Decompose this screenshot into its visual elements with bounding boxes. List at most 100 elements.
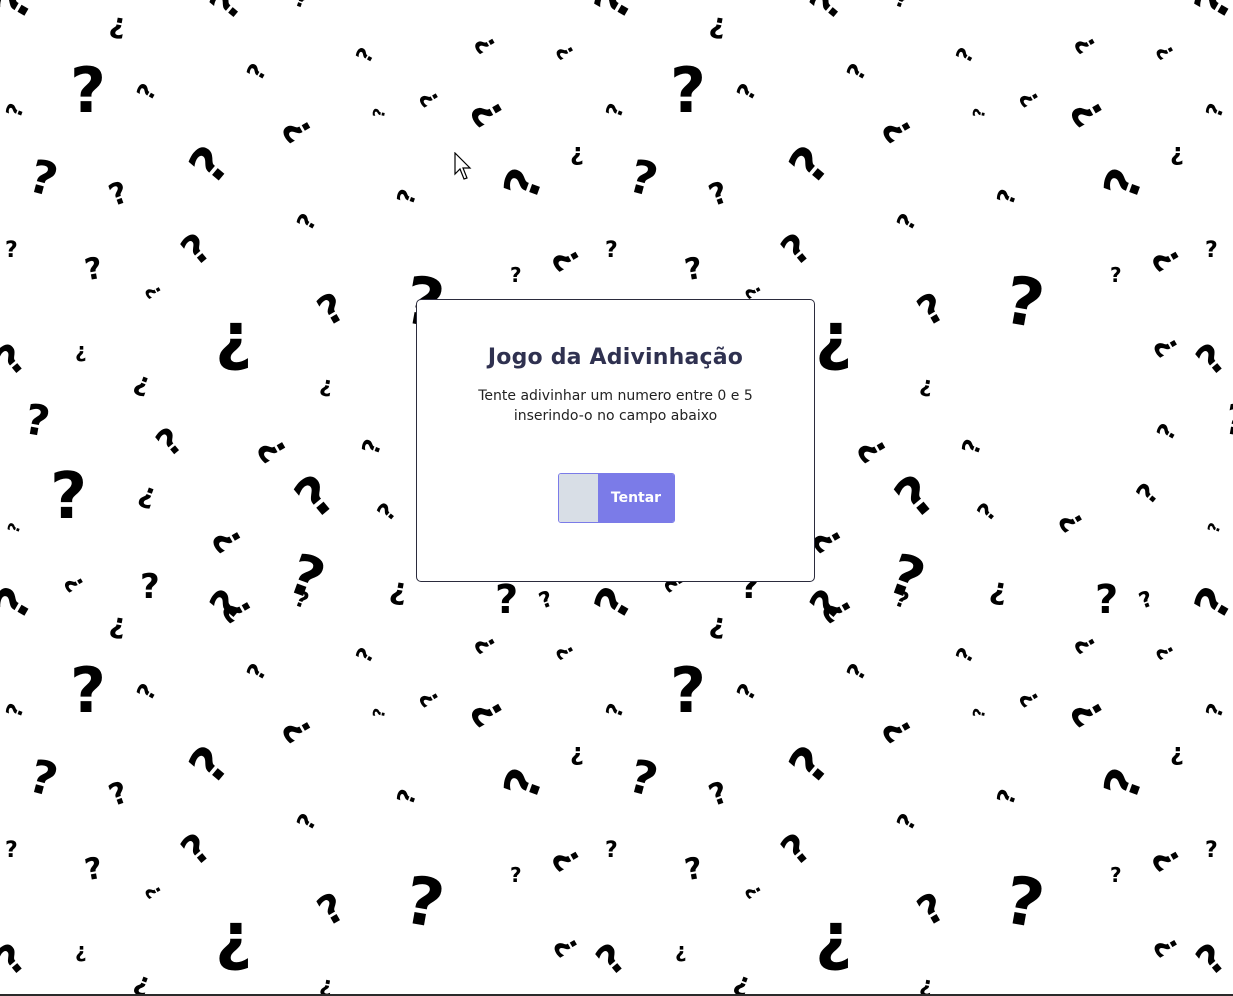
question-mark-icon: ? (968, 106, 990, 120)
question-mark-icon: ? (670, 54, 706, 127)
question-mark-icon: ¿ (707, 5, 730, 42)
question-mark-icon: ? (968, 706, 990, 720)
question-mark-icon: ? (704, 775, 733, 814)
question-mark-icon: ¿ (135, 475, 162, 512)
question-mark-icon: ? (841, 658, 873, 686)
question-mark-icon: ? (172, 224, 221, 276)
question-mark-icon: ? (241, 658, 273, 686)
question-mark-icon: ? (951, 643, 980, 668)
question-mark-icon: ? (23, 748, 64, 808)
question-mark-icon: ? (23, 148, 64, 208)
question-mark-icon: ¿ (1065, 688, 1118, 732)
question-mark-icon: ? (731, 678, 763, 706)
question-mark-icon: ? (283, 462, 348, 531)
question-mark-icon: ? (682, 850, 706, 889)
question-mark-icon: ? (731, 78, 763, 106)
question-mark-icon: ¿ (215, 900, 253, 974)
question-mark-icon: ? (535, 586, 557, 615)
question-mark-icon: ? (391, 785, 423, 809)
question-mark-icon: ? (910, 884, 954, 936)
question-mark-icon: ? (82, 250, 106, 289)
question-mark-icon: ¿ (207, 518, 254, 558)
question-mark-icon: ? (371, 497, 403, 527)
question-mark-icon: ¿ (416, 83, 448, 111)
question-mark-icon: ¿ (918, 372, 935, 399)
question-mark-icon: ¿ (75, 338, 87, 362)
question-mark-icon: ¿ (877, 108, 924, 148)
question-mark-icon: ? (1, 700, 30, 722)
question-mark-icon: ¿ (707, 605, 730, 642)
question-mark-icon: ? (492, 761, 555, 807)
question-mark-icon: ¿ (1065, 88, 1118, 132)
question-mark-icon: ¿ (552, 38, 581, 63)
question-mark-icon: ? (291, 208, 323, 236)
question-mark-icon: ? (1223, 148, 1233, 208)
question-mark-icon: ¿ (547, 838, 593, 876)
question-mark-icon: ? (177, 135, 242, 195)
game-card: Jogo da Adivinhação Tente adivinhar um n… (416, 299, 815, 582)
question-mark-icon: ¿ (1152, 638, 1181, 663)
question-mark-icon: ? (3, 520, 25, 536)
try-button[interactable]: Tentar (598, 474, 674, 522)
question-mark-icon: ¿ (877, 708, 924, 748)
question-mark-icon: ¿ (470, 628, 505, 658)
question-mark-icon: ? (172, 824, 221, 876)
question-mark-icon: ¿ (130, 966, 155, 994)
question-mark-icon: ? (587, 934, 636, 986)
question-mark-icon: ? (1110, 263, 1122, 287)
question-mark-icon: ? (310, 884, 354, 936)
question-mark-icon: ¿ (277, 108, 324, 148)
question-mark-icon: ¿ (465, 688, 518, 732)
question-mark-icon: ? (177, 735, 242, 795)
question-mark-icon: ? (1221, 394, 1233, 447)
question-mark-icon: ? (140, 567, 160, 607)
question-mark-icon: ? (998, 861, 1050, 944)
question-mark-icon: ¿ (852, 428, 899, 468)
question-mark-icon: ? (1203, 520, 1225, 536)
question-mark-icon: ¿ (570, 738, 584, 766)
question-mark-icon: ¿ (918, 972, 935, 994)
question-mark-icon: ? (291, 0, 312, 15)
question-mark-icon: ¿ (1016, 683, 1048, 711)
question-mark-icon: ? (772, 824, 821, 876)
question-mark-icon: ? (0, 577, 44, 629)
question-mark-icon: ¿ (730, 966, 755, 994)
question-mark-icon: ? (1205, 838, 1218, 863)
question-mark-icon: ? (82, 850, 106, 889)
question-mark-icon: ? (583, 0, 644, 29)
question-mark-icon: ? (131, 678, 163, 706)
question-mark-icon: ? (891, 808, 923, 836)
question-mark-icon: ? (1201, 700, 1230, 722)
game-title: Jogo da Adivinhação (487, 345, 744, 370)
question-mark-icon: ? (1110, 863, 1122, 887)
question-mark-icon: ? (1183, 0, 1233, 29)
question-mark-icon: ¿ (547, 238, 593, 276)
question-mark-icon: ¿ (987, 570, 1011, 609)
question-mark-icon: ¿ (675, 938, 687, 962)
question-mark-icon: ? (801, 581, 852, 629)
question-mark-icon: ? (21, 394, 54, 447)
question-mark-icon: ¿ (318, 972, 335, 994)
question-mark-icon: ? (0, 0, 44, 29)
question-mark-icon: ? (368, 706, 390, 720)
question-mark-icon: ? (201, 581, 252, 629)
question-mark-icon: ¿ (416, 683, 448, 711)
question-mark-icon: ? (398, 861, 450, 944)
question-mark-icon: ? (495, 577, 519, 623)
question-mark-icon: ? (70, 54, 106, 127)
question-mark-icon: ? (801, 0, 852, 29)
question-mark-icon: ¿ (1070, 628, 1105, 658)
question-mark-icon: ? (682, 250, 706, 289)
question-mark-icon: ? (910, 284, 954, 336)
question-mark-icon: ? (1205, 238, 1218, 263)
question-mark-icon: ? (601, 100, 630, 122)
guess-input[interactable] (559, 474, 598, 522)
question-mark-icon: ? (1092, 161, 1155, 207)
question-mark-icon: ¿ (1170, 738, 1184, 766)
question-mark-icon: ? (70, 654, 106, 727)
question-mark-icon: ¿ (318, 372, 335, 399)
question-mark-icon: ? (1183, 577, 1233, 629)
question-mark-icon: ? (5, 838, 18, 863)
question-mark-icon: ? (991, 785, 1023, 809)
question-mark-icon: ¿ (1147, 238, 1193, 276)
